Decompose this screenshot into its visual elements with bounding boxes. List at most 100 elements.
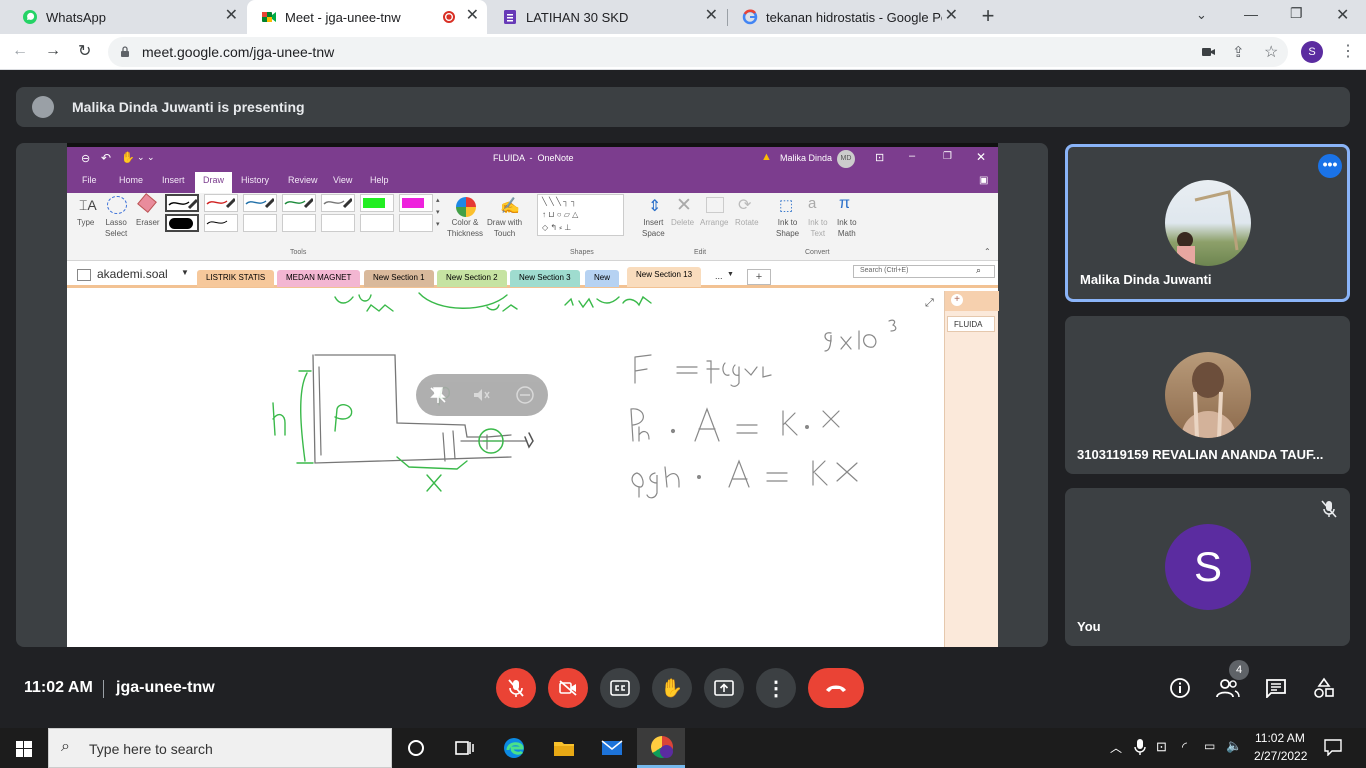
captions-button[interactable] — [600, 668, 640, 708]
page-list-item: FLUIDA — [947, 316, 995, 332]
notebook-dropdown-icon: ▼ — [181, 268, 189, 277]
battery-icon[interactable]: ▭ — [1204, 739, 1215, 753]
browser-menu-icon[interactable]: ⋮ — [1340, 41, 1356, 61]
cortana-icon[interactable] — [404, 736, 428, 760]
taskbar-clock-date[interactable]: 2/27/2022 — [1254, 749, 1307, 763]
onenote-draw-ribbon: ⌶A Type Lasso Select Eraser ▴ ▾ ▾ Tools … — [67, 193, 998, 261]
ribbon-tab-history: History — [241, 175, 270, 185]
whatsapp-icon — [22, 9, 38, 25]
minimize-presentation-icon[interactable] — [515, 385, 535, 405]
chrome-taskbar-button[interactable] — [637, 728, 685, 768]
page-list-pane: + FLUIDA — [944, 291, 999, 647]
add-section-icon: + — [747, 269, 771, 285]
convert-group-label: Convert — [805, 249, 830, 256]
pen-black-fine — [204, 214, 238, 232]
address-bar[interactable]: meet.google.com/jga-unee-tnw ⇪ ☆ — [108, 37, 1288, 67]
pen-red — [204, 194, 238, 212]
lasso-select-label: Lasso Select — [105, 218, 128, 238]
highlighter-magenta — [399, 194, 433, 212]
microphone-in-use-icon[interactable] — [1134, 738, 1146, 761]
chat-icon[interactable] — [1264, 676, 1288, 700]
volume-icon[interactable]: 🔈 — [1226, 738, 1242, 754]
close-tab-icon[interactable]: ✕ — [225, 8, 238, 24]
profile-avatar[interactable]: S — [1301, 41, 1323, 63]
insert-space-label: Insert Space — [642, 218, 665, 238]
meet-stage: Malika Dinda Juwanti is presenting ⊖ ↶ ✋… — [0, 70, 1366, 728]
add-page-icon: + — [951, 294, 963, 306]
close-tab-icon[interactable]: ✕ — [466, 8, 479, 24]
eraser-label: Eraser — [136, 218, 160, 227]
close-tab-icon[interactable]: ✕ — [705, 8, 718, 24]
participant-tile[interactable]: 3103119159 REVALIAN ANANDA TAUF... — [1065, 316, 1350, 474]
notifications-icon[interactable] — [1324, 738, 1342, 761]
close-window-icon[interactable]: ✕ — [1336, 5, 1349, 25]
participant-tile-presenter[interactable]: ••• Malika Dinda Juwanti — [1065, 144, 1350, 302]
notebook-icon — [77, 269, 91, 281]
show-hidden-icons-icon[interactable]: ︿ — [1110, 739, 1122, 756]
pen-slot-empty — [243, 214, 277, 232]
microphone-off-button[interactable] — [496, 668, 536, 708]
mail-icon[interactable] — [600, 736, 624, 760]
onenote-search-placeholder: Search (Ctrl+E) — [860, 267, 909, 274]
microphone-off-icon — [508, 679, 524, 697]
unpin-icon[interactable] — [428, 385, 448, 405]
more-options-button[interactable]: ⋮ — [756, 668, 796, 708]
taskbar-clock-time[interactable]: 11:02 AM — [1255, 731, 1305, 745]
reload-icon[interactable]: ↻ — [78, 41, 91, 61]
meeting-time: 11:02 AM — [24, 679, 93, 696]
new-tab-button[interactable]: + — [976, 4, 1000, 28]
meet-now-icon[interactable]: ⊡ — [1156, 739, 1167, 755]
back-icon[interactable]: ← — [12, 42, 28, 60]
ink-to-shape-icon: ⬚ — [779, 197, 794, 214]
rotate-icon: ⟳ — [738, 197, 752, 214]
tab-whatsapp[interactable]: WhatsApp ✕ — [8, 0, 246, 34]
notification-icon: ▣ — [979, 175, 989, 186]
tab-google-search[interactable]: tekanan hidrostatis - Google Pen ✕ — [728, 0, 966, 34]
windows-start-icon[interactable] — [16, 741, 32, 757]
participant-name: 3103119159 REVALIAN ANANDA TAUF... — [1077, 447, 1324, 462]
minimize-icon[interactable]: — — [1244, 6, 1258, 22]
more-sections-dropdown-icon: ▼ — [727, 271, 734, 278]
section-tab: New — [585, 270, 620, 287]
bookmark-star-icon[interactable]: ☆ — [1264, 42, 1278, 62]
more-options-icon[interactable]: ••• — [1318, 154, 1342, 178]
edge-icon[interactable] — [502, 736, 526, 760]
google-meet-icon — [261, 9, 277, 25]
participant-tile-self[interactable]: S You — [1065, 488, 1350, 646]
pen-slot-empty — [399, 214, 433, 232]
participant-name: Malika Dinda Juwanti — [1080, 272, 1212, 287]
leave-call-button[interactable] — [808, 668, 864, 708]
section-tab: LISTRIK STATIS — [197, 270, 275, 287]
task-view-icon[interactable] — [452, 736, 476, 760]
wifi-icon[interactable]: ◜ — [1182, 739, 1187, 755]
taskbar-search-box[interactable]: ⌕ Type here to search — [48, 728, 392, 768]
expand-page-icon: ⤢ — [925, 297, 934, 309]
mute-presentation-audio-icon[interactable] — [471, 385, 491, 405]
annotation-toolbar — [416, 374, 548, 416]
camera-in-use-icon[interactable] — [1202, 45, 1216, 63]
color-wheel-icon — [456, 197, 476, 217]
forward-icon[interactable]: → — [45, 42, 61, 60]
camera-off-button[interactable] — [548, 668, 588, 708]
file-explorer-icon[interactable] — [552, 736, 576, 760]
raise-hand-button[interactable]: ✋ — [652, 668, 692, 708]
insert-space-icon: ⇕ — [648, 198, 662, 215]
share-icon[interactable]: ⇪ — [1232, 43, 1245, 61]
tab-meet[interactable]: Meet - jga-unee-tnw ✕ — [247, 0, 487, 34]
recording-icon — [443, 11, 455, 23]
camera-off-icon — [559, 680, 577, 696]
present-now-button[interactable] — [704, 668, 744, 708]
pen-slot-empty — [360, 214, 394, 232]
tab-search-icon[interactable]: ⌄ — [1196, 7, 1207, 23]
windows-taskbar: ⌕ Type here to search ︿ ⊡ ◜ ▭ 🔈 11:02 AM… — [0, 728, 1366, 768]
pen-gallery-scroll-icon: ▴ ▾ ▾ — [436, 197, 440, 228]
tab-latihan[interactable]: LATIHAN 30 SKD ✕ — [488, 0, 726, 34]
meeting-details-icon[interactable] — [1168, 676, 1192, 700]
section-tab: New Section 2 — [437, 270, 507, 287]
restore-icon[interactable]: ❐ — [1290, 5, 1303, 22]
close-tab-icon[interactable]: ✕ — [945, 8, 958, 24]
raise-hand-icon: ✋ — [660, 677, 684, 698]
taskbar-search-placeholder: Type here to search — [89, 741, 213, 757]
activities-icon[interactable] — [1312, 676, 1336, 700]
pen-green — [282, 194, 316, 212]
